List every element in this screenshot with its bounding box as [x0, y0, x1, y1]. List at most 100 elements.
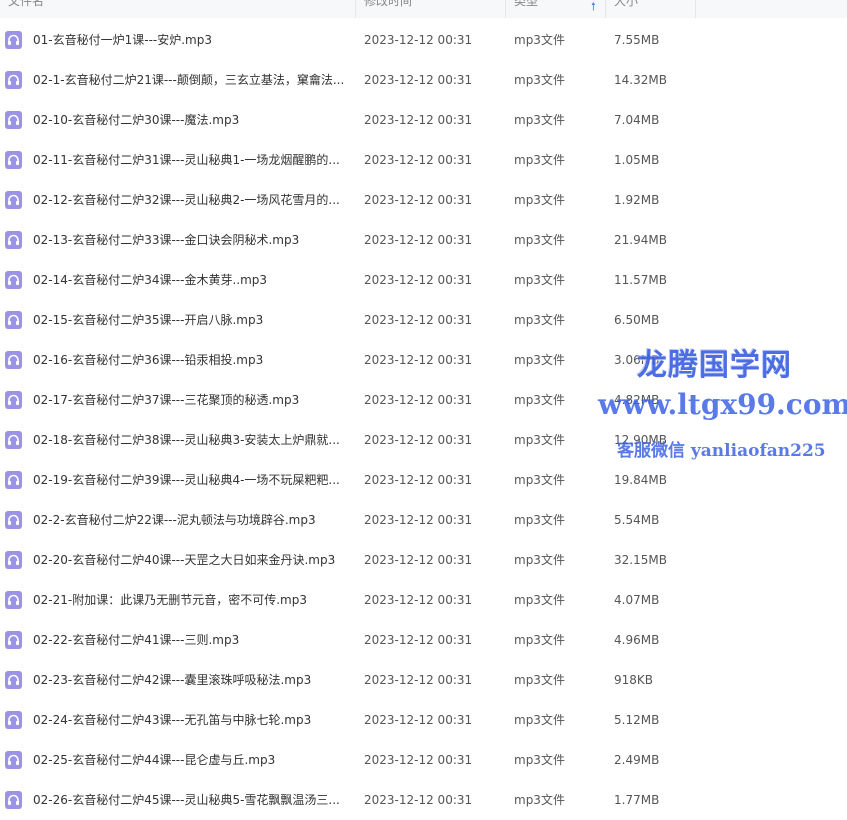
file-modified: 2023-12-12 00:31 [364, 353, 473, 367]
file-type: mp3文件 [514, 113, 565, 127]
file-size: 7.04MB [614, 113, 660, 127]
file-modified: 2023-12-12 00:31 [364, 433, 473, 447]
file-name: 02-14-玄音秘付二炉34课---金木黄芽..mp3 [33, 273, 268, 287]
file-modified: 2023-12-12 00:31 [364, 513, 473, 527]
file-type: mp3文件 [514, 553, 565, 567]
file-type: mp3文件 [514, 393, 565, 407]
file-row[interactable]: 02-16-玄音秘付二炉36课---铅汞相投.mp3 2023-12-12 00… [0, 340, 847, 380]
file-row[interactable]: 02-17-玄音秘付二炉37课---三花聚顶的秘透.mp3 2023-12-12… [0, 380, 847, 420]
file-name: 02-12-玄音秘付二炉32课---灵山秘典2-一场风花雪月的... [33, 193, 340, 207]
file-size: 2.49MB [614, 753, 660, 767]
file-type: mp3文件 [514, 273, 565, 287]
file-modified: 2023-12-12 00:31 [364, 273, 473, 287]
file-modified: 2023-12-12 00:31 [364, 153, 473, 167]
file-row[interactable]: 02-2-玄音秘付二炉22课---泥丸顿法与功境辟谷.mp3 2023-12-1… [0, 500, 847, 540]
file-name: 02-23-玄音秘付二炉42课---囊里滚珠呼吸秘法.mp3 [33, 673, 312, 687]
file-row[interactable]: 02-21-附加课：此课乃无删节元音，密不可传.mp3 2023-12-12 0… [0, 580, 847, 620]
file-name: 02-17-玄音秘付二炉37课---三花聚顶的秘透.mp3 [33, 393, 300, 407]
file-row[interactable]: 02-12-玄音秘付二炉32课---灵山秘典2-一场风花雪月的... 2023-… [0, 180, 847, 220]
file-type: mp3文件 [514, 793, 565, 807]
column-divider[interactable] [605, 0, 606, 18]
file-name: 02-22-玄音秘付二炉41课---三则.mp3 [33, 633, 240, 647]
file-name: 02-15-玄音秘付二炉35课---开启八脉.mp3 [33, 313, 264, 327]
file-type: mp3文件 [514, 353, 565, 367]
file-row[interactable]: 02-23-玄音秘付二炉42课---囊里滚珠呼吸秘法.mp3 2023-12-1… [0, 660, 847, 700]
file-row[interactable]: 01-玄音秘付一炉1课---安炉.mp3 2023-12-12 00:31 mp… [0, 20, 847, 60]
file-name: 02-16-玄音秘付二炉36课---铅汞相投.mp3 [33, 353, 264, 367]
column-header-modified[interactable]: 修改时间 [364, 0, 494, 18]
audio-file-icon [5, 711, 22, 729]
file-modified: 2023-12-12 00:31 [364, 553, 473, 567]
file-row[interactable]: 02-14-玄音秘付二炉34课---金木黄芽..mp3 2023-12-12 0… [0, 260, 847, 300]
file-size: 11.57MB [614, 273, 667, 287]
file-row[interactable]: 02-19-玄音秘付二炉39课---灵山秘典4-一场不玩屎粑粑... 2023-… [0, 460, 847, 500]
file-name: 02-13-玄音秘付二炉33课---金口诀会阴秘术.mp3 [33, 233, 300, 247]
file-type: mp3文件 [514, 33, 565, 47]
sort-ascending-icon[interactable]: 🠕 [591, 0, 596, 17]
file-modified: 2023-12-12 00:31 [364, 113, 473, 127]
audio-file-icon [5, 671, 22, 689]
column-divider[interactable] [505, 0, 506, 18]
file-type: mp3文件 [514, 433, 565, 447]
file-modified: 2023-12-12 00:31 [364, 233, 473, 247]
file-type: mp3文件 [514, 633, 565, 647]
file-row[interactable]: 02-22-玄音秘付二炉41课---三则.mp3 2023-12-12 00:3… [0, 620, 847, 660]
file-size: 5.12MB [614, 713, 660, 727]
file-size: 1.05MB [614, 153, 660, 167]
audio-file-icon [5, 431, 22, 449]
column-divider[interactable] [355, 0, 356, 18]
file-row[interactable]: 02-18-玄音秘付二炉38课---灵山秘典3-安装太上炉鼎就... 2023-… [0, 420, 847, 460]
file-row[interactable]: 02-20-玄音秘付二炉40课---天罡之大日如来金丹诀.mp3 2023-12… [0, 540, 847, 580]
file-size: 1.92MB [614, 193, 660, 207]
file-size: 5.54MB [614, 513, 660, 527]
file-modified: 2023-12-12 00:31 [364, 473, 473, 487]
column-divider[interactable] [695, 0, 696, 18]
file-row[interactable]: 02-1-玄音秘付二炉21课---颠倒颠，三玄立基法，窠龠法... 2023-1… [0, 60, 847, 100]
file-size: 32.15MB [614, 553, 667, 567]
file-size: 21.94MB [614, 233, 667, 247]
file-name: 02-11-玄音秘付二炉31课---灵山秘典1-一场龙烟醒鹏的... [33, 153, 340, 167]
audio-file-icon [5, 151, 22, 169]
file-size: 12.90MB [614, 433, 667, 447]
file-size: 918KB [614, 673, 654, 687]
column-header-name[interactable]: 文件名 [8, 0, 348, 18]
file-modified: 2023-12-12 00:31 [364, 593, 473, 607]
column-header-size[interactable]: 大小 [614, 0, 694, 18]
audio-file-icon [5, 191, 22, 209]
audio-file-icon [5, 551, 22, 569]
file-row[interactable]: 02-10-玄音秘付二炉30课---魔法.mp3 2023-12-12 00:3… [0, 100, 847, 140]
column-header-type[interactable]: 类型 [514, 0, 594, 18]
audio-file-icon [5, 751, 22, 769]
audio-file-icon [5, 631, 22, 649]
file-modified: 2023-12-12 00:31 [364, 633, 473, 647]
file-modified: 2023-12-12 00:31 [364, 393, 473, 407]
file-type: mp3文件 [514, 473, 565, 487]
file-modified: 2023-12-12 00:31 [364, 793, 473, 807]
file-size: 14.32MB [614, 73, 667, 87]
file-type: mp3文件 [514, 313, 565, 327]
file-modified: 2023-12-12 00:31 [364, 33, 473, 47]
audio-file-icon [5, 791, 22, 809]
file-modified: 2023-12-12 00:31 [364, 73, 473, 87]
column-header: 文件名 修改时间 类型 🠕 大小 [0, 0, 847, 18]
file-modified: 2023-12-12 00:31 [364, 193, 473, 207]
file-size: 1.77MB [614, 793, 660, 807]
file-type: mp3文件 [514, 193, 565, 207]
file-size: 4.82MB [614, 393, 660, 407]
file-size: 4.96MB [614, 633, 660, 647]
file-row[interactable]: 02-25-玄音秘付二炉44课---昆仑虚与丘.mp3 2023-12-12 0… [0, 740, 847, 780]
audio-file-icon [5, 351, 22, 369]
file-size: 6.50MB [614, 313, 660, 327]
file-size: 3.06MB [614, 353, 660, 367]
file-size: 7.55MB [614, 33, 660, 47]
file-size: 4.07MB [614, 593, 660, 607]
file-row[interactable]: 02-15-玄音秘付二炉35课---开启八脉.mp3 2023-12-12 00… [0, 300, 847, 340]
file-size: 19.84MB [614, 473, 667, 487]
file-row[interactable]: 02-11-玄音秘付二炉31课---灵山秘典1-一场龙烟醒鹏的... 2023-… [0, 140, 847, 180]
file-row[interactable]: 02-13-玄音秘付二炉33课---金口诀会阴秘术.mp3 2023-12-12… [0, 220, 847, 260]
file-type: mp3文件 [514, 233, 565, 247]
file-row[interactable]: 02-26-玄音秘付二炉45课---灵山秘典5-雪花飘飘温汤三... 2023-… [0, 780, 847, 820]
file-row[interactable]: 02-24-玄音秘付二炉43课---无孔笛与中脉七轮.mp3 2023-12-1… [0, 700, 847, 740]
file-name: 02-2-玄音秘付二炉22课---泥丸顿法与功境辟谷.mp3 [33, 513, 316, 527]
file-type: mp3文件 [514, 73, 565, 87]
